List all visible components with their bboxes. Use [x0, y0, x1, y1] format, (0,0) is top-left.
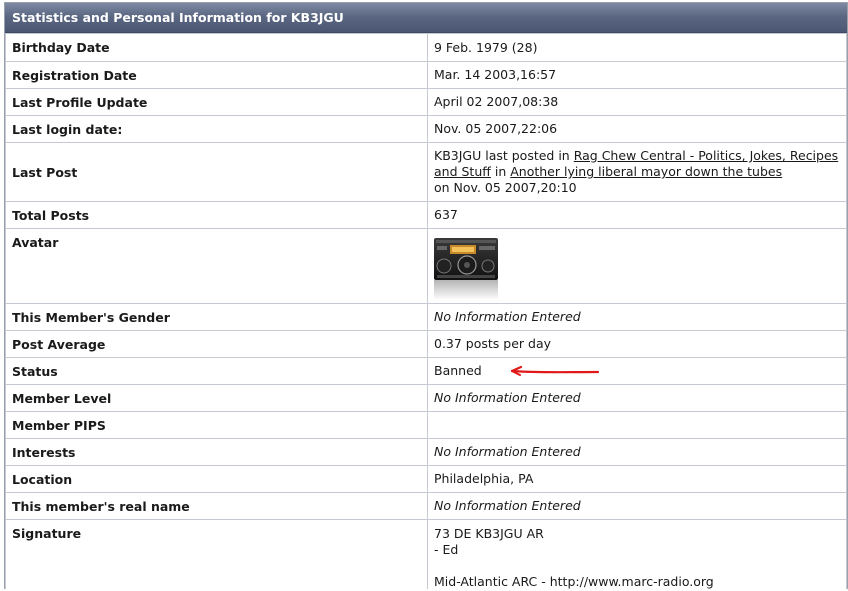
red-arrow-annotation — [510, 365, 600, 376]
signature-label: Signature — [5, 519, 428, 589]
registration-label: Registration Date — [5, 61, 428, 89]
topic-link[interactable]: Another lying liberal mayor down the tub… — [510, 164, 782, 179]
table-row: Signature 73 DE KB3JGU AR - Ed Mid-Atlan… — [5, 519, 847, 589]
table-row: Registration Date Mar. 14 2003,16:57 — [5, 61, 847, 89]
panel-title: Statistics and Personal Information for … — [12, 10, 344, 25]
profile-stats-panel: Statistics and Personal Information for … — [4, 2, 848, 589]
last-post-prefix: KB3JGU last posted in — [434, 148, 574, 163]
total-posts-label: Total Posts — [5, 201, 428, 229]
real-name-label: This member's real name — [5, 492, 428, 520]
last-login-label: Last login date: — [5, 115, 428, 143]
total-posts-value: 637 — [427, 201, 847, 229]
table-row: Last login date: Nov. 05 2007,22:06 — [5, 115, 847, 143]
birthday-label: Birthday Date — [5, 33, 428, 62]
gender-value: No Information Entered — [427, 303, 847, 331]
interests-label: Interests — [5, 438, 428, 466]
table-row: Post Average 0.37 posts per day — [5, 330, 847, 358]
signature-spacer — [434, 558, 840, 574]
last-login-value: Nov. 05 2007,22:06 — [427, 115, 847, 143]
panel-header: Statistics and Personal Information for … — [5, 3, 847, 33]
table-row: Status Banned — [5, 357, 847, 385]
interests-value: No Information Entered — [427, 438, 847, 466]
table-row: This Member's Gender No Information Ente… — [5, 303, 847, 331]
gender-label: This Member's Gender — [5, 303, 428, 331]
table-row: Last Profile Update April 02 2007,08:38 — [5, 88, 847, 116]
avatar-label: Avatar — [5, 228, 428, 304]
last-post-suffix: on Nov. 05 2007,20:10 — [434, 180, 577, 195]
post-average-label: Post Average — [5, 330, 428, 358]
member-pips-label: Member PIPS — [5, 411, 428, 439]
birthday-value: 9 Feb. 1979 (28) — [427, 33, 847, 62]
table-row: Last Post KB3JGU last posted in Rag Chew… — [5, 142, 847, 202]
table-row: This member's real name No Information E… — [5, 492, 847, 520]
post-average-value: 0.37 posts per day — [427, 330, 847, 358]
table-row: Member Level No Information Entered — [5, 384, 847, 412]
radio-transceiver-icon — [434, 234, 498, 300]
member-pips-value — [427, 411, 847, 439]
last-post-value: KB3JGU last posted in Rag Chew Central -… — [427, 142, 847, 202]
table-row: Birthday Date 9 Feb. 1979 (28) — [5, 33, 847, 62]
last-post-middle: in — [490, 164, 511, 179]
member-level-label: Member Level — [5, 384, 428, 412]
signature-line-1: 73 DE KB3JGU AR — [434, 526, 544, 541]
table-row: Avatar — [5, 228, 847, 304]
member-level-value: No Information Entered — [427, 384, 847, 412]
signature-value: 73 DE KB3JGU AR - Ed Mid-Atlantic ARC - … — [427, 519, 847, 589]
profile-update-label: Last Profile Update — [5, 88, 428, 116]
status-value: Banned — [427, 357, 847, 385]
location-label: Location — [5, 465, 428, 493]
signature-line-2: - Ed — [434, 542, 459, 557]
table-row: Total Posts 637 — [5, 201, 847, 229]
profile-update-value: April 02 2007,08:38 — [427, 88, 847, 116]
last-post-label: Last Post — [5, 142, 428, 202]
table-row: Interests No Information Entered — [5, 438, 847, 466]
status-label: Status — [5, 357, 428, 385]
avatar-value — [427, 228, 847, 304]
real-name-value: No Information Entered — [427, 492, 847, 520]
location-value: Philadelphia, PA — [427, 465, 847, 493]
table-row: Location Philadelphia, PA — [5, 465, 847, 493]
signature-line-3: Mid-Atlantic ARC - http://www.marc-radio… — [434, 574, 714, 589]
table-row: Member PIPS — [5, 411, 847, 439]
stats-table: Birthday Date 9 Feb. 1979 (28) Registrat… — [5, 33, 847, 589]
registration-value: Mar. 14 2003,16:57 — [427, 61, 847, 89]
